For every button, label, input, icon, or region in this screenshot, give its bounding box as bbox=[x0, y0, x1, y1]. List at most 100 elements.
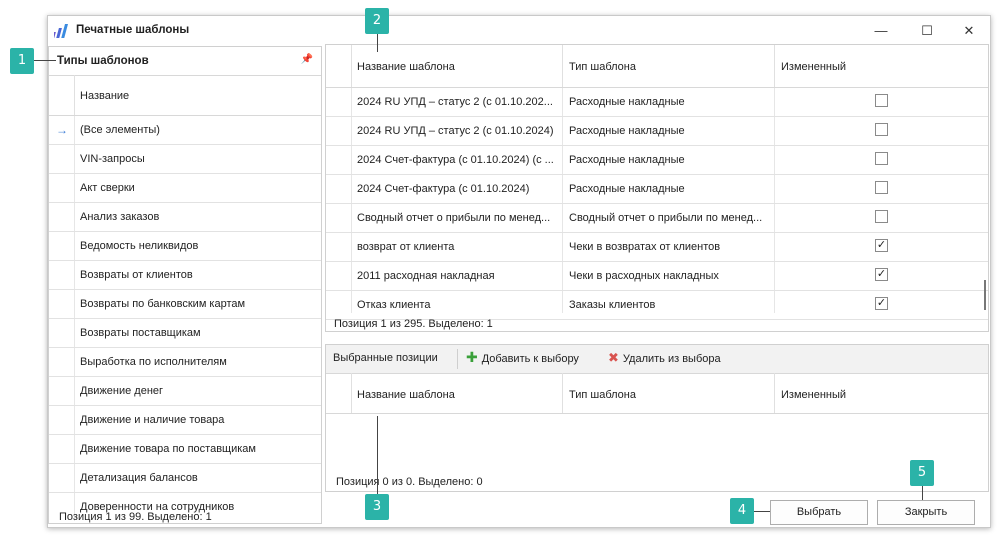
list-item-label: Возвраты по банковским картам bbox=[80, 298, 246, 310]
callout-leader-line bbox=[922, 484, 923, 500]
list-item-label: Акт сверки bbox=[80, 182, 135, 194]
row-indicator-header bbox=[49, 75, 75, 115]
callout-badge-5: 5 bbox=[910, 460, 934, 486]
changed-checkbox[interactable] bbox=[875, 123, 888, 136]
list-item[interactable]: Ведомость неликвидов bbox=[49, 232, 321, 261]
add-to-selection-button[interactable]: ✚ Добавить к выбору bbox=[466, 349, 579, 365]
list-item[interactable]: Движение товара по поставщикам bbox=[49, 435, 321, 464]
row-indicator bbox=[49, 435, 75, 463]
column-header-label: Тип шаблона bbox=[569, 389, 636, 401]
pin-icon[interactable]: 📌 bbox=[301, 54, 313, 65]
row-indicator-header bbox=[326, 373, 352, 413]
cell-template-type: Расходные накладные bbox=[569, 154, 685, 166]
callout-badge-2: 2 bbox=[365, 8, 389, 34]
list-item[interactable]: Движение и наличие товара bbox=[49, 406, 321, 435]
list-item[interactable]: Акт сверки bbox=[49, 174, 321, 203]
templates-grid: Название шаблона Тип шаблона Измененный … bbox=[325, 44, 989, 332]
list-item-label: (Все элементы) bbox=[80, 124, 160, 136]
list-item[interactable]: VIN-запросы bbox=[49, 145, 321, 174]
cell-template-type: Расходные накладные bbox=[569, 183, 685, 195]
template-types-status: Позиция 1 из 99. Выделено: 1 bbox=[59, 511, 212, 523]
table-row[interactable]: возврат от клиента Чеки в возвратах от кл… bbox=[326, 233, 988, 262]
title-bar: Печатные шаблоны — ☐ ✕ bbox=[48, 16, 990, 46]
changed-checkbox[interactable] bbox=[875, 94, 888, 107]
list-item[interactable]: Возвраты по банковским картам bbox=[49, 290, 321, 319]
add-to-selection-label: Добавить к выбору bbox=[481, 353, 579, 365]
changed-checkbox[interactable]: ✓ bbox=[875, 297, 888, 310]
column-header-changed[interactable]: Измененный bbox=[781, 61, 846, 73]
list-item-label: Детализация балансов bbox=[80, 472, 198, 484]
templates-grid-status: Позиция 1 из 295. Выделено: 1 bbox=[334, 318, 493, 330]
changed-checkbox[interactable]: ✓ bbox=[875, 268, 888, 281]
cell-template-type: Сводный отчет о прибыли по менед... bbox=[569, 212, 763, 224]
table-row[interactable]: Сводный отчет о прибыли по менед... Сводн… bbox=[326, 204, 988, 233]
column-header-label: Название шаблона bbox=[357, 389, 455, 401]
delete-x-icon: ✖ bbox=[608, 350, 619, 365]
plus-icon: ✚ bbox=[466, 349, 478, 365]
cell-template-name: Сводный отчет о прибыли по менед... bbox=[357, 212, 551, 224]
template-types-panel: Типы шаблонов 📌 Название → (Все элементы)… bbox=[48, 46, 322, 524]
list-item[interactable]: → (Все элементы) bbox=[49, 116, 321, 145]
cell-template-type: Чеки в возвратах от клиентов bbox=[569, 241, 721, 253]
list-item[interactable]: Детализация балансов bbox=[49, 464, 321, 493]
list-item-label: Ведомость неликвидов bbox=[80, 240, 199, 252]
column-header-changed[interactable]: Измененный bbox=[781, 389, 846, 401]
table-row[interactable]: 2011 расходная накладная Чеки в расходных… bbox=[326, 262, 988, 291]
list-item-label: Движение товара по поставщикам bbox=[80, 443, 256, 455]
app-logo-icon bbox=[54, 24, 68, 38]
changed-checkbox[interactable]: ✓ bbox=[875, 239, 888, 252]
table-row[interactable]: 2024 RU УПД – статус 2 (с 01.10.2024) Рас… bbox=[326, 117, 988, 146]
changed-checkbox[interactable] bbox=[875, 210, 888, 223]
list-item[interactable]: Анализ заказов bbox=[49, 203, 321, 232]
minimize-button[interactable]: — bbox=[866, 21, 896, 41]
cell-template-type: Расходные накладные bbox=[569, 96, 685, 108]
changed-checkbox[interactable] bbox=[875, 181, 888, 194]
row-indicator bbox=[49, 174, 75, 202]
tab-selected-items[interactable]: Выбранные позиции bbox=[333, 352, 438, 364]
table-row[interactable]: 2024 Счет-фактура (с 01.10.2024) Расходны… bbox=[326, 175, 988, 204]
list-item-label: VIN-запросы bbox=[80, 153, 145, 165]
cell-template-type: Заказы клиентов bbox=[569, 299, 656, 311]
table-row[interactable]: 2024 RU УПД – статус 2 (с 01.10.202... Ра… bbox=[326, 88, 988, 117]
list-item[interactable]: Движение денег bbox=[49, 377, 321, 406]
maximize-button[interactable]: ☐ bbox=[912, 21, 942, 41]
row-indicator bbox=[49, 377, 75, 405]
templates-grid-header: Название шаблона Тип шаблона Измененный bbox=[326, 45, 988, 88]
callout-badge-1: 1 bbox=[10, 48, 34, 74]
templates-grid-body: 2024 RU УПД – статус 2 (с 01.10.202... Ра… bbox=[326, 88, 988, 320]
table-row[interactable]: 2024 Счет-фактура (с 01.10.2024) (с ... Р… bbox=[326, 146, 988, 175]
callout-badge-4: 4 bbox=[730, 498, 754, 524]
template-types-list: → (Все элементы) VIN-запросы Акт сверки А… bbox=[49, 116, 321, 521]
close-button[interactable]: Закрыть bbox=[877, 500, 975, 525]
template-types-title: Типы шаблонов bbox=[57, 55, 149, 67]
template-types-column-header[interactable]: Название bbox=[49, 75, 321, 116]
close-window-button[interactable]: ✕ bbox=[954, 21, 984, 41]
cell-template-type: Чеки в расходных накладных bbox=[569, 270, 719, 282]
select-button[interactable]: Выбрать bbox=[770, 500, 868, 525]
callout-leader-line bbox=[32, 60, 56, 61]
callout-leader-line bbox=[377, 416, 378, 494]
column-header-template-type[interactable]: Тип шаблона bbox=[563, 45, 775, 87]
vertical-scrollbar[interactable] bbox=[984, 280, 986, 310]
remove-from-selection-button[interactable]: ✖ Удалить из выбора bbox=[608, 350, 721, 365]
row-indicator bbox=[49, 319, 75, 347]
current-row-arrow-icon: → bbox=[56, 123, 68, 137]
row-indicator bbox=[49, 261, 75, 289]
column-header-name: Название bbox=[80, 90, 130, 102]
list-item[interactable]: Возвраты от клиентов bbox=[49, 261, 321, 290]
list-item[interactable]: Возвраты поставщикам bbox=[49, 319, 321, 348]
template-types-header: Типы шаблонов 📌 bbox=[49, 47, 321, 76]
row-indicator bbox=[49, 203, 75, 231]
cell-template-type: Расходные накладные bbox=[569, 125, 685, 137]
column-header-template-name[interactable]: Название шаблона bbox=[351, 45, 563, 87]
column-header-template-type[interactable]: Тип шаблона bbox=[563, 373, 775, 413]
cell-template-name: 2024 RU УПД – статус 2 (с 01.10.202... bbox=[357, 96, 553, 108]
print-templates-window: Печатные шаблоны — ☐ ✕ Типы шаблонов 📌 Н… bbox=[47, 15, 991, 528]
cell-template-name: 2011 расходная накладная bbox=[357, 270, 495, 282]
list-item[interactable]: Выработка по исполнителям bbox=[49, 348, 321, 377]
column-header-template-name[interactable]: Название шаблона bbox=[351, 373, 563, 413]
toolbar-separator bbox=[457, 349, 458, 369]
list-item-label: Движение денег bbox=[80, 385, 164, 397]
changed-checkbox[interactable] bbox=[875, 152, 888, 165]
table-row[interactable]: Отказ клиента Заказы клиентов ✓ bbox=[326, 291, 988, 320]
